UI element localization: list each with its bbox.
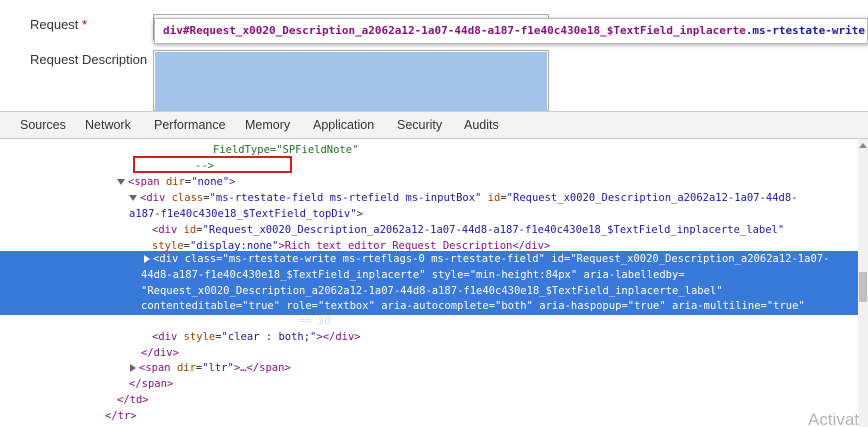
node-attr: class: [171, 192, 204, 204]
scroll-thumb[interactable]: [859, 272, 867, 302]
scroll-up-arrow-icon[interactable]: [859, 143, 867, 148]
selected-node-line-5[interactable]: rtedirty="false">…</div> == $0: [141, 313, 331, 329]
node-tag: <div: [152, 331, 184, 343]
tab-network[interactable]: Network: [84, 112, 132, 138]
tree-node-div-field[interactable]: <div class="ms-rtestate-field ms-rtefiel…: [129, 190, 797, 206]
tab-security[interactable]: Security: [396, 112, 443, 138]
tree-node-span-ltr[interactable]: <span dir="ltr">…</span>: [130, 360, 291, 376]
activation-watermark: Activat: [808, 410, 860, 427]
tooltip-tag: div: [163, 24, 183, 37]
tree-scrollbar[interactable]: [858, 139, 868, 427]
tree-node-div-label[interactable]: <div id="Request_x0020_Description_a2062…: [152, 222, 784, 238]
elements-tree: FieldType="SPFieldNote" --> <span dir="n…: [0, 139, 858, 427]
selected-node-text: rtedirty="false">…</div>: [141, 315, 293, 327]
contenteditable-attr: contenteditable="true": [141, 300, 281, 312]
node-value: "ms-rtestate-field ms-rtefield ms-inputB…: [209, 192, 482, 204]
devtools-tab-bar: Sources Network Performance Memory Appli…: [0, 111, 868, 139]
tab-application[interactable]: Application: [312, 112, 375, 138]
collapsed-triangle-icon[interactable]: [130, 364, 136, 372]
node-tag: </td>: [117, 394, 149, 406]
tree-close-tr[interactable]: </tr>: [105, 408, 137, 424]
node-attr: id: [183, 224, 197, 236]
required-star: *: [82, 17, 88, 32]
tree-close-div[interactable]: </div>: [141, 345, 179, 361]
page-form-area: Request * Request Description div#Reques…: [0, 0, 868, 111]
selected-node-text: 44d8-a187-f1e40c430e18_$TextField_inplac…: [141, 269, 685, 281]
node-attr: style: [183, 331, 216, 343]
tab-audits[interactable]: Audits: [463, 112, 500, 138]
node-tag: </span>: [129, 378, 174, 390]
node-attr: dir: [165, 176, 185, 188]
tree-node-span-none[interactable]: <span dir="none">: [117, 174, 236, 190]
tree-close-td[interactable]: </td>: [117, 392, 149, 408]
node-value: "Request_x0020_Description_a2062a12-1a07…: [202, 224, 785, 236]
node-tag: </div>: [141, 347, 179, 359]
tab-performance[interactable]: Performance: [153, 112, 227, 138]
selected-node-text: "Request_x0020_Description_a2062a12-1a07…: [141, 285, 723, 297]
node-value: "none": [191, 176, 230, 188]
node-tag: <div: [140, 192, 172, 204]
console-ref-marker: == $0: [292, 315, 331, 327]
element-inspect-tooltip: div#Request_x0020_Description_a2062a12-1…: [154, 18, 868, 44]
tab-memory[interactable]: Memory: [244, 112, 291, 138]
tooltip-classes: .ms-rtestate-write.ms-rteflag: [745, 24, 867, 37]
tree-node-div-clear[interactable]: <div style="clear : both;"></div>: [152, 329, 361, 345]
tab-sources[interactable]: Sources: [19, 112, 67, 138]
selected-node-text: <div class="ms-rtestate-write ms-rteflag…: [153, 253, 830, 265]
node-value: "Request_x0020_Description_a2062a12-1a07…: [506, 192, 798, 204]
selected-node-text: role="textbox" aria-autocomplete="both" …: [280, 300, 805, 312]
selected-node-line-2[interactable]: 44d8-a187-f1e40c430e18_$TextField_inplac…: [141, 267, 685, 283]
node-value: "clear : both;": [221, 331, 317, 343]
node-tag: <span: [128, 176, 166, 188]
node-tag-end: >…</span>: [233, 362, 291, 374]
selected-node-line-4[interactable]: contenteditable="true" role="textbox" ar…: [141, 298, 805, 314]
expand-triangle-icon[interactable]: [129, 195, 137, 201]
node-tag-end: >: [229, 176, 236, 188]
selected-node-line-1[interactable]: <div class="ms-rtestate-write ms-rteflag…: [144, 251, 829, 267]
node-tag: <span: [139, 362, 177, 374]
node-attr: dir: [176, 362, 196, 374]
element-highlight-overlay: [155, 52, 547, 111]
comment-text: FieldType="SPFieldNote": [213, 144, 359, 156]
request-label: Request *: [30, 17, 87, 32]
collapsed-triangle-icon[interactable]: [144, 255, 150, 263]
expand-triangle-icon[interactable]: [117, 179, 125, 185]
tooltip-id: #Request_x0020_Description_a2062a12-1a07…: [182, 24, 746, 37]
node-value: "ltr": [202, 362, 234, 374]
node-tag: <div: [152, 224, 184, 236]
tree-close-span[interactable]: </span>: [129, 376, 173, 392]
node-tag-end: ></div>: [316, 331, 361, 343]
node-attr: id: [481, 192, 501, 204]
description-label: Request Description: [30, 52, 148, 67]
tree-node-div-field-cont[interactable]: a187-f1e40c430e18_$TextField_topDiv">: [129, 206, 363, 222]
request-label-text: Request: [30, 17, 79, 32]
node-tag-end: >: [356, 208, 363, 220]
selected-node-line-3[interactable]: "Request_x0020_Description_a2062a12-1a07…: [141, 283, 723, 299]
node-value: a187-f1e40c430e18_$TextField_topDiv": [129, 208, 357, 220]
annotation-highlight-box: [133, 156, 292, 173]
node-tag: </tr>: [105, 410, 137, 422]
